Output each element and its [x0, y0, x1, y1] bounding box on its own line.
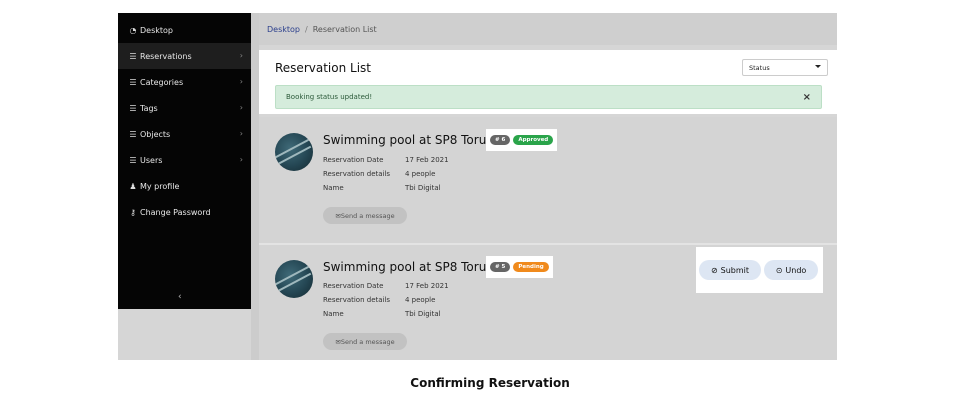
user-icon: ♟	[129, 181, 137, 191]
sidebar-item-users[interactable]: ☰ Users ›	[118, 147, 251, 173]
status-select-value: Status	[749, 63, 770, 72]
list-icon: ☰	[129, 77, 137, 87]
chevron-right-icon: ›	[239, 77, 243, 86]
reservation-name-row: Name Tbi Digital	[323, 310, 441, 318]
reservation-details-row: Reservation details 4 people	[323, 296, 435, 304]
reservation-title[interactable]: Swimming pool at SP8 Toruń	[323, 133, 494, 147]
sidebar-item-categories[interactable]: ☰ Categories ›	[118, 69, 251, 95]
check-circle-icon: ⊘	[710, 265, 718, 275]
reservation-title[interactable]: Swimming pool at SP8 Toruń	[323, 260, 494, 274]
sidebar-item-change-password[interactable]: ⚷ Change Password	[118, 199, 251, 225]
reservation-avatar	[275, 260, 313, 298]
field-label: Reservation details	[323, 296, 391, 304]
reservation-date-row: Reservation Date 17 Feb 2021	[323, 282, 449, 290]
breadcrumb: Desktop / Reservation List	[259, 13, 837, 45]
page-title: Reservation List	[275, 61, 371, 75]
sidebar-item-label: Reservations	[140, 51, 192, 61]
breadcrumb-current: Reservation List	[312, 24, 377, 34]
list-icon: ☰	[129, 129, 137, 139]
caret-down-icon	[815, 65, 821, 68]
sidebar-item-label: Tags	[140, 103, 158, 113]
reservation-badges: # 5 Pending	[486, 256, 553, 278]
field-value: 17 Feb 2021	[405, 282, 449, 290]
list-icon: ☰	[129, 155, 137, 165]
sidebar-item-label: Objects	[140, 129, 171, 139]
reservation-list-panel: Reservation List Status Booking status u…	[259, 50, 837, 114]
status-badge: Approved	[513, 135, 554, 145]
sidebar-item-my-profile[interactable]: ♟ My profile	[118, 173, 251, 199]
dashboard-icon: ◔	[129, 25, 137, 35]
undo-button[interactable]: ⊙ Undo	[764, 260, 818, 280]
reservation-number-badge: # 6	[490, 135, 511, 145]
divider	[251, 13, 259, 360]
reservation-details-row: Reservation details 4 people	[323, 170, 435, 178]
submit-button-label: Submit	[720, 265, 750, 275]
sidebar-item-desktop[interactable]: ◔ Desktop	[118, 17, 251, 43]
reservation-name-row: Name Tbi Digital	[323, 184, 441, 192]
undo-button-label: Undo	[785, 265, 807, 275]
collapse-sidebar-icon[interactable]: ‹	[178, 292, 182, 302]
send-message-button[interactable]: ✉Send a message	[323, 207, 407, 224]
sidebar-item-reservations[interactable]: ☰ Reservations ›	[118, 43, 251, 69]
list-icon: ☰	[129, 51, 137, 61]
submit-button[interactable]: ⊘ Submit	[699, 260, 761, 280]
reservation-date-row: Reservation Date 17 Feb 2021	[323, 156, 449, 164]
sidebar-item-objects[interactable]: ☰ Objects ›	[118, 121, 251, 147]
breadcrumb-separator: /	[305, 24, 308, 34]
sidebar-item-label: Desktop	[140, 25, 173, 35]
success-alert: Booking status updated! ×	[275, 85, 822, 109]
app-window: ◔ Desktop ☰ Reservations › ☰ Categories …	[118, 13, 837, 360]
key-icon: ⚷	[130, 207, 136, 217]
sidebar-item-label: Users	[140, 155, 163, 165]
close-icon[interactable]: ×	[803, 92, 811, 103]
chevron-right-icon: ›	[239, 103, 243, 112]
field-label: Reservation Date	[323, 156, 384, 164]
field-value: Tbi Digital	[405, 310, 441, 318]
undo-circle-icon: ⊙	[775, 265, 783, 275]
field-label: Name	[323, 184, 344, 192]
reservation-avatar	[275, 133, 313, 171]
status-badge: Pending	[513, 262, 549, 272]
sidebar: ◔ Desktop ☰ Reservations › ☰ Categories …	[118, 13, 251, 309]
alert-message: Booking status updated!	[286, 93, 373, 101]
send-message-button[interactable]: ✉Send a message	[323, 333, 407, 350]
reservation-actions: ⊘ Submit ⊙ Undo	[696, 247, 823, 293]
status-filter-select[interactable]: Status	[742, 59, 828, 76]
list-icon: ☰	[129, 103, 137, 113]
field-value: 4 people	[405, 296, 436, 304]
field-value: 4 people	[405, 170, 436, 178]
chevron-right-icon: ›	[239, 155, 243, 164]
figure-caption: Confirming Reservation	[410, 376, 570, 390]
sidebar-item-label: Categories	[140, 77, 184, 87]
sidebar-item-tags[interactable]: ☰ Tags ›	[118, 95, 251, 121]
field-value: Tbi Digital	[405, 184, 441, 192]
chevron-right-icon: ›	[239, 51, 243, 60]
reservation-number-badge: # 5	[490, 262, 511, 272]
field-label: Reservation Date	[323, 282, 384, 290]
chevron-right-icon: ›	[239, 129, 243, 138]
field-label: Name	[323, 310, 344, 318]
field-label: Reservation details	[323, 170, 391, 178]
breadcrumb-home-link[interactable]: Desktop	[267, 25, 300, 34]
reservation-badges: # 6 Approved	[486, 129, 558, 151]
sidebar-item-label: Change Password	[140, 207, 211, 217]
field-value: 17 Feb 2021	[405, 156, 449, 164]
sidebar-footer-area	[118, 309, 259, 360]
sidebar-item-label: My profile	[140, 181, 180, 191]
